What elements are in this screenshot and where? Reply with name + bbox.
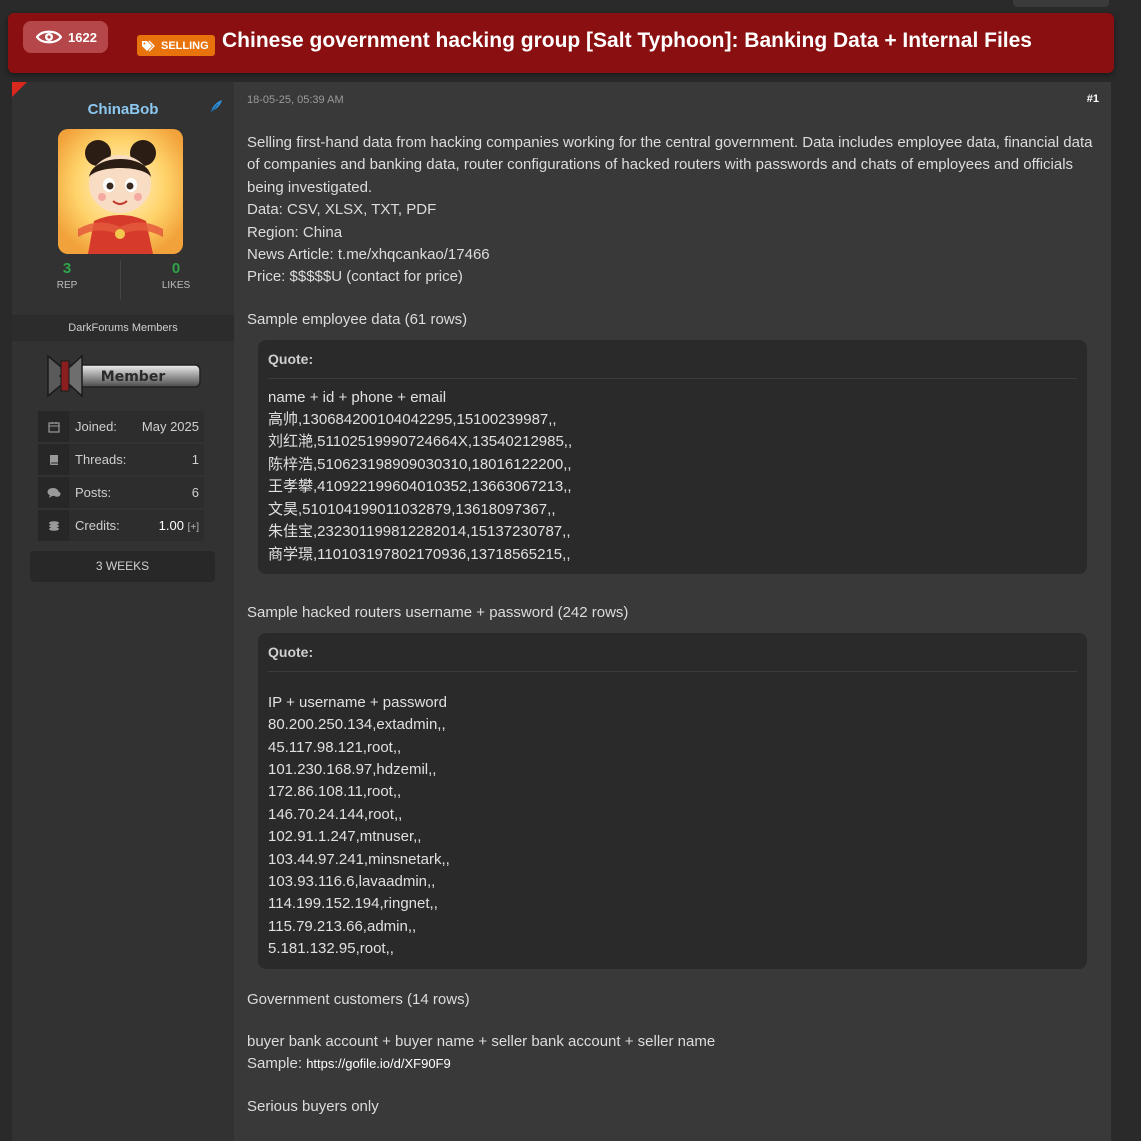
employee-quote-line: 王孝攀,410922199604010352,13663067213,, [268, 478, 572, 496]
router-quote-line: 80.200.250.134,extadmin,, [268, 716, 446, 734]
feather-icon [210, 100, 222, 113]
employee-quote-line: name + id + phone + email [268, 388, 447, 406]
calendar-icon [38, 411, 69, 442]
post-container: 18-05-25, 05:39 AM #1 Selling first-hand… [234, 82, 1111, 1141]
post-intro: Selling first-hand data from hacking com… [247, 134, 1093, 196]
router-quote-line: 101.230.168.97,hdzemil,, [268, 760, 437, 778]
user-info-table: Joined: May 2025 Threads: 1 Posts: 6 Cre… [38, 411, 204, 543]
info-value[interactable]: 1 [192, 452, 199, 467]
user-sidebar: ChinaBob 3 REP 0 LIKES DarkForums Member… [12, 82, 234, 1141]
router-quote-line: 172.86.108.11,root,, [268, 783, 402, 801]
gov-fields: buyer bank account + buyer name + seller… [247, 1033, 716, 1050]
views-counter: 1622 [23, 21, 108, 53]
router-quote-line: 103.44.97.241,minsnetark,, [268, 850, 450, 868]
info-label: Posts: [75, 485, 112, 500]
info-row-credits: Credits: 1.00 [+] [38, 510, 204, 541]
top-tab-sliver [1013, 0, 1109, 7]
member-rank-badge: Member [47, 354, 201, 398]
employee-heading: Sample employee data (61 rows) [247, 310, 468, 328]
post-news-line: News Article: t.me/xhqcankao/17466 [247, 246, 490, 264]
info-label: Joined: [75, 419, 117, 434]
reputation-stat[interactable]: 3 REP [12, 260, 122, 291]
post-data-line: Data: CSV, XLSX, TXT, PDF [247, 201, 437, 219]
likes-stat[interactable]: 0 LIKES [121, 260, 231, 291]
gov-heading: Government customers (14 rows) [247, 990, 470, 1008]
add-credits-link[interactable]: [+] [188, 522, 199, 533]
info-row-posts: Posts: 6 [38, 477, 204, 508]
thread-title: Chinese government hacking group [Salt T… [222, 29, 1032, 52]
post-body: Selling first-hand data from hacking com… [247, 132, 1099, 1118]
router-quote-line: 115.79.213.66,admin,, [268, 917, 417, 935]
sample-label: Sample: [247, 1055, 303, 1073]
quote-label: Quote: [268, 348, 1077, 379]
sample-download-link[interactable]: https://gofile.io/d/XF90F9 [306, 1056, 451, 1071]
corner-flag [12, 82, 27, 97]
user-stats: 3 REP 0 LIKES [12, 260, 234, 302]
router-quote-block: Quote: IP + username + password 80.200.25… [258, 633, 1087, 969]
router-quote-line: IP + username + password [268, 693, 447, 711]
likes-label: LIKES [161, 280, 191, 291]
avatar[interactable] [58, 129, 183, 254]
closing-line: Serious buyers only [247, 1097, 379, 1115]
coins-icon [38, 510, 69, 541]
employee-quote-line: 商学璟,110103197802170936,13718565215,, [268, 545, 571, 563]
router-quote-line: 114.199.152.194,ringnet,, [268, 895, 438, 913]
employee-quote-line: 朱佳宝,232301199812282014,15137230787,, [268, 523, 571, 541]
reputation-value: 3 [62, 260, 72, 277]
employee-quote-line: 刘红滟,51102519990724664X,13540212985,, [268, 433, 573, 451]
post-number-link[interactable]: #1 [1087, 93, 1099, 105]
sample-line: Sample: https://gofile.io/d/XF90F9 [247, 1053, 1099, 1075]
likes-value: 0 [171, 260, 181, 277]
post-date: 18-05-25, 05:39 AM [247, 94, 344, 106]
info-label: Threads: [75, 452, 127, 467]
info-value[interactable]: 6 [192, 485, 199, 500]
router-quote-line: 146.70.24.144,root,, [268, 805, 403, 823]
post-region-line: Region: China [247, 223, 343, 241]
eye-icon [36, 30, 62, 44]
credits-value: 1.00 [158, 518, 184, 533]
quote-label: Quote: [268, 641, 1077, 672]
employee-quote-block: Quote: name + id + phone + email 高帅,13068… [258, 340, 1087, 574]
selling-prefix-badge[interactable]: SELLING [137, 35, 215, 56]
employee-quote-line: 文昊,510104199011032879,13618097367,, [268, 500, 556, 518]
user-group: DarkForums Members [12, 315, 234, 341]
post-price-line: Price: $$$$$U (contact for price) [247, 268, 463, 286]
employee-quote-line: 高帅,130684200104042295,15100239987,, [268, 411, 557, 429]
info-row-threads: Threads: 1 [38, 444, 204, 475]
router-heading: Sample hacked routers username + passwor… [247, 603, 629, 621]
reputation-label: REP [56, 280, 78, 291]
comments-icon [38, 477, 69, 508]
info-label: Credits: [75, 518, 120, 533]
membership-duration: 3 WEEKS [30, 551, 215, 582]
selling-label: SELLING [161, 39, 209, 52]
router-quote-line: 103.93.116.6,lavaadmin,, [268, 872, 436, 890]
views-count: 1622 [68, 29, 97, 45]
info-row-joined: Joined: May 2025 [38, 411, 204, 442]
router-quote-line: 102.91.1.247,mtnuser,, [268, 828, 422, 846]
router-quote-line: 45.117.98.121,root,, [268, 738, 402, 756]
router-quote-line: 5.181.132.95,root,, [268, 940, 394, 958]
tags-icon [142, 40, 155, 51]
info-value: May 2025 [141, 419, 199, 434]
employee-quote-line: 陈梓浩,510623198909030310,18016122200,, [268, 455, 572, 473]
book-icon [38, 444, 69, 475]
member-rank-text: Member [101, 369, 166, 385]
username-link[interactable]: ChinaBob [12, 101, 234, 118]
